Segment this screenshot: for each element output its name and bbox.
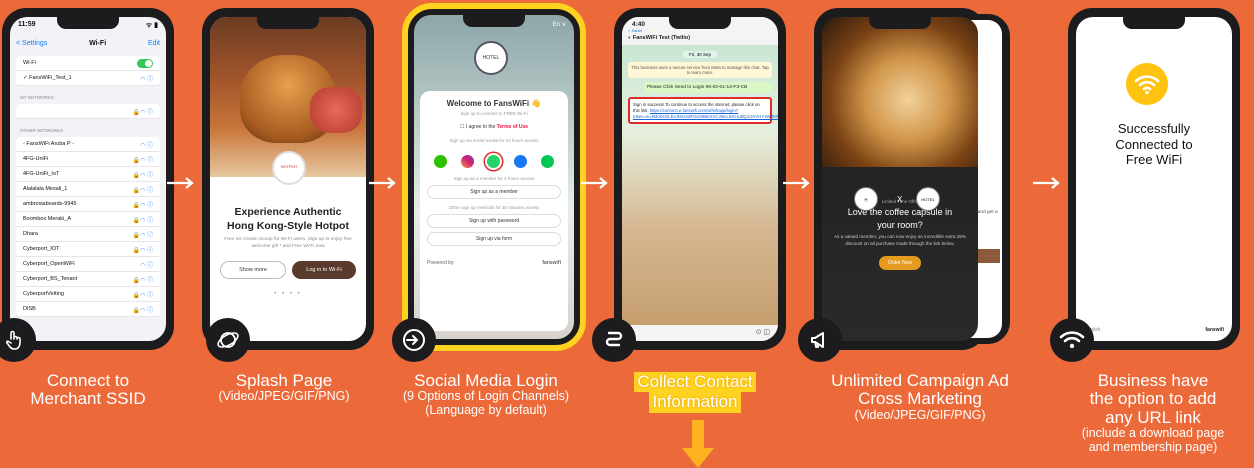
login-wifi-button[interactable]: Log in to Wi-Fi <box>292 260 356 279</box>
chat-date: Fri, 30 Sep <box>683 51 717 58</box>
wifi-settings-screen: 11:59 ᯤ ▮ < Settings Wi-Fi Edit Wi-Fi ✓ F… <box>10 17 166 341</box>
phone-success: Successfully Connected to Free WiFi Englis… <box>1068 8 1240 350</box>
order-now-button[interactable]: Order Now <box>879 256 921 271</box>
show-more-button[interactable]: Show more <box>220 260 286 279</box>
network-item[interactable]: 4FG-UniFi_IoT 🔒◠ ⓘ <box>16 167 160 182</box>
network-item[interactable]: 4FG-UniFi 🔒◠ ⓘ <box>16 152 160 167</box>
network-item[interactable]: ambrosiaboards-9945 🔒◠ ⓘ <box>16 197 160 212</box>
arrow-right-icon <box>783 177 810 189</box>
splash-heading: Experience Authentic Hong Kong-Style Hotp… <box>227 206 349 233</box>
network-item[interactable]: Cyberport_BS_Tenant 🔒◠ ⓘ <box>16 272 160 287</box>
success-message: Successfully Connected to Free WiFi <box>1115 121 1193 168</box>
step-5-caption: Unlimited Campaign Ad Cross Marketing (V… <box>831 371 1009 422</box>
wechat-icon[interactable] <box>433 155 447 168</box>
route-icon <box>592 318 636 362</box>
terms-checkbox[interactable]: ☐ I agree to the Terms of Use <box>427 124 561 130</box>
page: { "steps": [ {"title_l1":"Connect to","t… <box>0 0 1254 468</box>
step-4-caption: Collect Contact Information <box>600 372 790 413</box>
wifi-toggle-group: Wi-Fi ✓ FansWiFi_Test_1 ◠ ⓘ <box>16 56 160 86</box>
phone-splash-page: HOTPOT Experience Authentic Hong Kong-Sty… <box>202 8 374 350</box>
signup-member-button[interactable]: Sign up as a member <box>427 185 561 199</box>
fanswifi-logo: fanswifi <box>542 260 561 266</box>
splash-screen: HOTPOT Experience Authentic Hong Kong-Sty… <box>210 17 366 341</box>
ad-headline: Love the coffee capsule in your room? <box>847 207 953 230</box>
wifi-signal-icon: ◠ ⓘ <box>140 76 153 83</box>
nav-bar: < Settings Wi-Fi Edit <box>10 34 166 53</box>
network-item[interactable]: Boombox Meraki_A 🔒◠ ⓘ <box>16 212 160 227</box>
hotpot-image: HOTPOT <box>210 17 366 185</box>
wifi-success-icon <box>1126 63 1168 105</box>
login-link[interactable]: https://connect.e.fanswifi.com/wf/whapp/… <box>633 108 778 119</box>
step-1-caption: Connect to Merchant SSID <box>30 371 146 409</box>
line-icon[interactable] <box>541 155 555 168</box>
network-item[interactable]: Dhara 🔒◠ ⓘ <box>16 227 160 242</box>
splash-description: Free Ice Cream Scoop for Wi-Fi users. Si… <box>224 237 352 250</box>
whatsapp-chat-screen: 4:40 < Safari ◐ FansWiFi Test (Twilio) F… <box>622 17 778 341</box>
arrow-right-icon <box>167 177 194 189</box>
terms-link[interactable]: Terms of Use <box>497 124 528 130</box>
hotel-logo: HOTEL <box>474 41 508 75</box>
megaphone-icon <box>798 318 842 362</box>
campaign-ad-screen: ☕ X HOTEL Limited Time Offer Love the co… <box>822 17 978 341</box>
meta-notice: This business uses a secure service from… <box>628 62 772 78</box>
restaurant-logo: HOTPOT <box>272 151 306 185</box>
camera-icon[interactable]: ⊙ ◫ <box>756 328 770 336</box>
arrow-right-icon <box>1033 177 1060 189</box>
back-button[interactable]: < Settings <box>16 40 47 47</box>
signup-password-button[interactable]: Sign up with password <box>427 214 561 228</box>
arrow-down-icon <box>682 420 714 468</box>
fanswifi-logo: fanswifi <box>1205 327 1224 333</box>
lock-wifi-icon: 🔒◠ ⓘ <box>132 109 153 116</box>
arrow-right-icon <box>581 177 608 189</box>
step-3-caption: Social Media Login (9 Options of Login C… <box>402 371 570 417</box>
edit-button[interactable]: Edit <box>148 40 160 47</box>
step-6-caption: Business have the option to add any URL … <box>1081 371 1225 454</box>
network-item[interactable]: DISB 🔒◠ ⓘ <box>16 302 160 317</box>
network-list: - FansWiFi Aruba P - ◠ ⓘ 4FG-UniFi 🔒◠ ⓘ 4F… <box>16 137 160 317</box>
language-selector[interactable]: En ∨ <box>553 21 566 28</box>
phone-social-login: En ∨ HOTEL Welcome to FansWiFi 👋 Sign up… <box>402 3 586 351</box>
globe-icon <box>206 318 250 362</box>
arrow-right-icon <box>369 177 396 189</box>
phone-whatsapp-chat: 4:40 < Safari ◐ FansWiFi Test (Twilio) F… <box>614 8 786 350</box>
network-item[interactable]: Alalalala Mesali_1 🔒◠ ⓘ <box>16 182 160 197</box>
step-2-caption: Splash Page (Video/JPEG/GIF/PNG) <box>218 371 350 404</box>
success-screen: Successfully Connected to Free WiFi Englis… <box>1076 17 1232 341</box>
hotel-logo: HOTEL <box>916 187 940 211</box>
login-link-message: Sign in success! To continue to access t… <box>628 97 778 125</box>
social-login-buttons <box>427 155 561 168</box>
ad-description: As a valued member, you can now enjoy an… <box>834 234 966 246</box>
chat-input-bar[interactable]: ⊙ ◫ <box>622 325 778 341</box>
welcome-title: Welcome to FansWiFi 👋 <box>446 99 542 108</box>
contact-name: ◐ FansWiFi Test (Twilio) <box>628 35 691 41</box>
tap-hand-icon <box>0 318 36 362</box>
wifi-icon <box>1050 318 1094 362</box>
carousel-dots[interactable]: • • • • <box>210 291 366 297</box>
coffee-logo: ☕ <box>854 187 878 211</box>
network-item[interactable]: Cyberport_IOT 🔒◠ ⓘ <box>16 242 160 257</box>
login-icon <box>392 318 436 362</box>
coffee-image <box>822 17 978 167</box>
facebook-icon[interactable] <box>514 155 528 168</box>
network-item[interactable]: CyberportVetting 🔒◠ ⓘ <box>16 287 160 302</box>
signup-form-button[interactable]: Sign up via form <box>427 232 561 246</box>
social-login-screen: En ∨ HOTEL Welcome to FansWiFi 👋 Sign up… <box>414 15 574 339</box>
connected-network[interactable]: ✓ FansWiFi_Test_1 ◠ ⓘ <box>16 71 160 86</box>
nav-title: Wi-Fi <box>89 40 107 47</box>
sent-message: Please Click Send to Login 96-02-01-14-F… <box>644 82 772 93</box>
network-item[interactable]: Cyberport_OpenWiFi ◠ ⓘ <box>16 257 160 272</box>
instagram-icon[interactable] <box>460 155 474 168</box>
login-card: Welcome to FansWiFi 👋 Sign up to connect… <box>420 91 568 331</box>
phone-campaign-ad: ree stomers, and get a rt of ☕ X HOTEL L… <box>814 8 1010 350</box>
whatsapp-icon[interactable] <box>487 155 501 168</box>
phone-wifi-settings: 11:59 ᯤ ▮ < Settings Wi-Fi Edit Wi-Fi ✓ F… <box>2 8 174 350</box>
network-item[interactable]: - FansWiFi Aruba P - ◠ ⓘ <box>16 137 160 152</box>
wifi-toggle[interactable] <box>137 58 153 68</box>
